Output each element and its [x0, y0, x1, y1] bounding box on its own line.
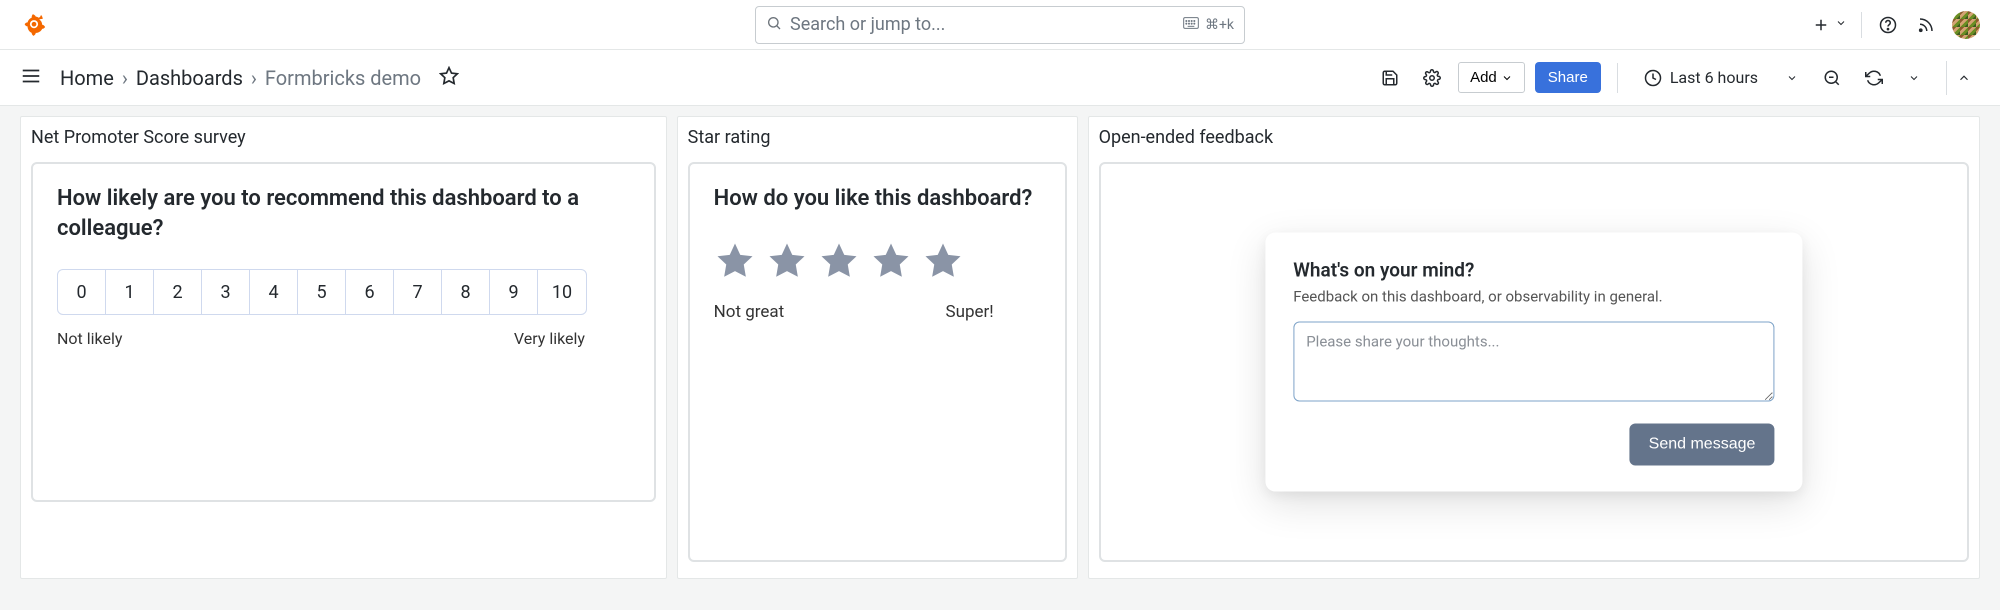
search-shortcut: ⌘+k [1183, 16, 1234, 34]
search-container: Search or jump to... ⌘+k [755, 6, 1245, 44]
panel-nps: Net Promoter Score survey How likely are… [20, 116, 667, 579]
star-high-label: Super! [945, 302, 993, 322]
star-icon[interactable] [766, 240, 808, 282]
feedback-card-title: What's on your mind? [1293, 259, 1774, 282]
star-icon[interactable] [439, 66, 459, 90]
rss-icon[interactable] [1914, 13, 1938, 37]
time-chevron[interactable] [1778, 64, 1806, 92]
panel-title: Open-ended feedback [1099, 127, 1969, 148]
feedback-card-subtitle: Feedback on this dashboard, or observabi… [1293, 288, 1774, 306]
refresh-chevron[interactable] [1900, 64, 1928, 92]
nps-option[interactable]: 7 [394, 270, 442, 314]
nps-question: How likely are you to recommend this das… [57, 184, 630, 243]
search-input[interactable]: Search or jump to... ⌘+k [755, 6, 1245, 44]
clock-icon [1644, 69, 1662, 87]
nps-option[interactable]: 0 [58, 270, 106, 314]
chevron-down-icon [1835, 17, 1847, 33]
add-button[interactable]: Add [1458, 62, 1525, 93]
star-row [714, 240, 1041, 282]
top-right [1809, 11, 1980, 39]
nps-option[interactable]: 8 [442, 270, 490, 314]
nps-high-label: Very likely [514, 329, 585, 348]
panel-inner: How likely are you to recommend this das… [31, 162, 656, 502]
new-menu[interactable] [1809, 13, 1847, 37]
nps-option[interactable]: 4 [250, 270, 298, 314]
grafana-logo-icon[interactable] [20, 9, 48, 41]
search-icon [766, 15, 782, 35]
panel-inner: How do you like this dashboard? Not grea… [688, 162, 1067, 562]
search-placeholder: Search or jump to... [790, 14, 1175, 35]
time-picker[interactable]: Last 6 hours [1634, 62, 1768, 93]
time-label: Last 6 hours [1670, 68, 1758, 87]
panel-title: Net Promoter Score survey [31, 127, 656, 148]
nps-option[interactable]: 3 [202, 270, 250, 314]
top-bar: Search or jump to... ⌘+k [0, 0, 2000, 50]
nav-bar: Home › Dashboards › Formbricks demo Add … [0, 50, 2000, 106]
nav-right: Add Share Last 6 hours [1374, 61, 1980, 95]
chevron-right-icon: › [251, 66, 257, 90]
refresh-icon[interactable] [1858, 62, 1890, 94]
divider [1617, 63, 1618, 93]
help-icon[interactable] [1876, 13, 1900, 37]
panels-container: Net Promoter Score survey How likely are… [0, 106, 2000, 599]
zoom-out-icon[interactable] [1816, 62, 1848, 94]
nps-option[interactable]: 10 [538, 270, 586, 314]
star-question: How do you like this dashboard? [714, 184, 1041, 214]
star-low-label: Not great [714, 302, 785, 322]
plus-icon [1809, 13, 1833, 37]
nps-option[interactable]: 1 [106, 270, 154, 314]
star-icon[interactable] [714, 240, 756, 282]
chevron-down-icon [1501, 72, 1513, 84]
save-icon[interactable] [1374, 62, 1406, 94]
nps-labels: Not likely Very likely [57, 329, 585, 348]
nav-left: Home › Dashboards › Formbricks demo [20, 65, 459, 91]
star-icon[interactable] [922, 240, 964, 282]
collapse-button[interactable] [1946, 61, 1980, 95]
gear-icon[interactable] [1416, 62, 1448, 94]
share-button[interactable]: Share [1535, 62, 1601, 93]
nps-option[interactable]: 2 [154, 270, 202, 314]
top-left [20, 9, 48, 41]
avatar[interactable] [1952, 11, 1980, 39]
breadcrumb: Home › Dashboards › Formbricks demo [60, 66, 421, 90]
panel-feedback: Open-ended feedback What's on your mind?… [1088, 116, 1980, 579]
panel-title: Star rating [688, 127, 1067, 148]
divider [1861, 12, 1862, 38]
panel-inner: What's on your mind? Feedback on this da… [1099, 162, 1969, 562]
star-icon[interactable] [818, 240, 860, 282]
nps-low-label: Not likely [57, 329, 122, 348]
panel-star-rating: Star rating How do you like this dashboa… [677, 116, 1078, 579]
hamburger-icon[interactable] [20, 65, 42, 91]
add-button-label: Add [1470, 69, 1497, 86]
nps-scale: 0 1 2 3 4 5 6 7 8 9 10 [57, 269, 587, 315]
chevron-down-icon [1908, 72, 1920, 84]
breadcrumb-current: Formbricks demo [265, 66, 421, 90]
star-icon[interactable] [870, 240, 912, 282]
send-message-button[interactable]: Send message [1630, 424, 1775, 466]
keyboard-icon [1183, 16, 1199, 34]
nps-option[interactable]: 5 [298, 270, 346, 314]
chevron-down-icon [1786, 72, 1798, 84]
feedback-textarea[interactable] [1293, 322, 1774, 402]
chevron-right-icon: › [122, 66, 128, 90]
nps-option[interactable]: 9 [490, 270, 538, 314]
breadcrumb-dashboards[interactable]: Dashboards [136, 66, 243, 90]
feedback-card: What's on your mind? Feedback on this da… [1265, 233, 1802, 492]
chevron-up-icon [1957, 71, 1971, 85]
nps-option[interactable]: 6 [346, 270, 394, 314]
shortcut-text: ⌘+k [1205, 17, 1234, 33]
star-labels: Not great Super! [714, 302, 994, 322]
breadcrumb-home[interactable]: Home [60, 66, 114, 90]
